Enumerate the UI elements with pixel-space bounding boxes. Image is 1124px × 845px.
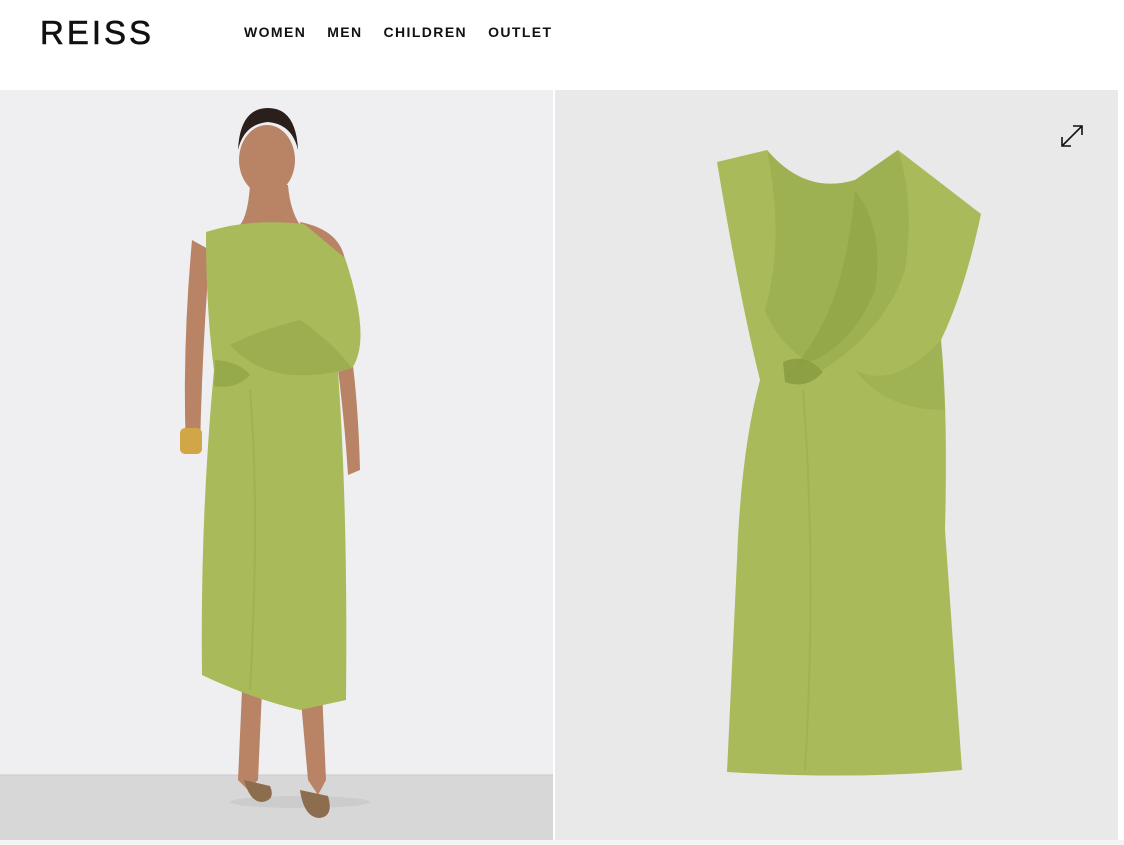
nav-item-outlet[interactable]: OUTLET <box>488 24 552 40</box>
product-gallery <box>0 90 1124 840</box>
main-nav: WOMEN MEN CHILDREN OUTLET <box>244 24 573 40</box>
product-image-flatlay[interactable] <box>555 90 1118 840</box>
nav-item-men[interactable]: MEN <box>327 24 362 40</box>
gallery-bottom-strip <box>0 840 1124 845</box>
nav-item-children[interactable]: CHILDREN <box>384 24 468 40</box>
product-image-model[interactable] <box>0 90 553 840</box>
expand-icon[interactable] <box>1056 120 1088 152</box>
nav-item-women[interactable]: WOMEN <box>244 24 306 40</box>
brand-logo[interactable]: REISS <box>40 14 154 51</box>
site-header: REISS WOMEN MEN CHILDREN OUTLET <box>0 0 1124 90</box>
